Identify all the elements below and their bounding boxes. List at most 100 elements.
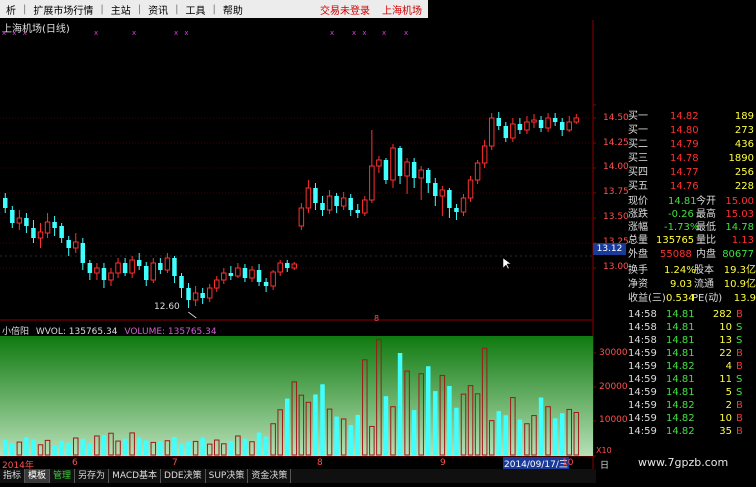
tab-template[interactable]: 模板 [25, 469, 51, 483]
candle [52, 216, 57, 236]
volume-value: VOLUME: 135765.34 [124, 327, 217, 337]
event-marker[interactable]: x x [174, 29, 191, 37]
candle [108, 268, 114, 286]
menu-item-main-station[interactable]: 主站 [105, 2, 137, 17]
candle-body [390, 147, 396, 181]
candle-body [383, 160, 389, 180]
volume-bar [355, 414, 360, 455]
menu-item-analysis[interactable]: 析 [0, 2, 22, 17]
indicator-name[interactable]: 小倍阳 [2, 327, 29, 337]
menu-item-news[interactable]: 资讯 [142, 2, 174, 17]
order-label: 买二 [628, 139, 648, 150]
tab-save-as[interactable]: 另存为 [75, 469, 110, 483]
candle-body [16, 217, 23, 224]
candle-body [298, 207, 305, 227]
event-marker[interactable]: x [94, 29, 100, 37]
tab-indicator[interactable]: 指标 [0, 469, 26, 483]
volume-bar [538, 397, 544, 455]
date-tick: 9 [440, 458, 446, 468]
order-book-row: 买二 14.79 436 [628, 138, 756, 151]
candle [158, 258, 163, 274]
candle [481, 140, 488, 168]
event-marker[interactable]: x [330, 29, 336, 37]
event-marker[interactable]: x x [352, 29, 369, 37]
order-label: 买五 [628, 181, 648, 192]
quote-row: 涨跌 -0.26 最高 15.03 [628, 209, 754, 220]
event-marker[interactable]: x x x [2, 29, 29, 37]
date-tick: 6 [72, 458, 78, 468]
tick-row: 14:59 14.82 10 B [628, 413, 743, 424]
stats-row: 换手 1.24% 股本 19.3亿 [628, 265, 756, 276]
candle [214, 276, 220, 292]
candle-body [320, 203, 325, 210]
candle [179, 273, 184, 298]
candle [256, 264, 262, 286]
candle-body [52, 222, 57, 228]
candle [115, 258, 121, 278]
candle [433, 178, 438, 206]
candle-body [454, 208, 459, 212]
wvol-value: WVOL: 135765.34 [35, 327, 118, 337]
volume-bar [256, 432, 262, 455]
candle-body [460, 197, 467, 213]
kline-chart[interactable] [0, 0, 596, 470]
menu-item-tools[interactable]: 工具 [180, 2, 212, 17]
candle [235, 263, 241, 278]
candle-body [256, 270, 262, 282]
tab-dde[interactable]: DDE决策 [161, 469, 206, 483]
candle [186, 283, 191, 308]
candle-body [186, 288, 191, 300]
candle [334, 193, 339, 213]
tab-sup[interactable]: SUP决策 [206, 469, 249, 483]
candle-body [242, 268, 248, 278]
order-volume: 228 [734, 181, 754, 192]
trade-status[interactable]: 交易未登录 [314, 2, 376, 17]
tab-fund[interactable]: 资金决策 [248, 469, 292, 483]
candle-body [285, 263, 290, 268]
tab-macd[interactable]: MACD基本 [109, 469, 162, 483]
order-label: 买一 [628, 125, 648, 136]
candle-body [517, 124, 523, 130]
candle [538, 116, 544, 132]
candle-body [80, 243, 86, 263]
order-price: 14.82 [670, 111, 699, 122]
menu-item-help[interactable]: 帮助 [217, 2, 249, 17]
tick-row: 14:59 14.82 35 B [628, 426, 743, 437]
candle-body [552, 118, 558, 122]
price-tick: 13.75 [603, 187, 629, 197]
candle-body [426, 170, 431, 183]
event-marker[interactable]: x [404, 29, 410, 37]
volume-bar [59, 440, 64, 455]
menu-item-extended-market[interactable]: 扩展市场行情 [27, 2, 99, 17]
menu-bar: 析 | 扩展市场行情 | 主站 | 资讯 | 工具 | 帮助 交易未登录 上海机… [0, 0, 428, 18]
candle-body [467, 179, 474, 199]
candle-body [447, 190, 452, 208]
cursor-price-label: 13.12 [593, 243, 626, 255]
candle [44, 213, 51, 238]
candle-body [122, 263, 128, 273]
candle [411, 158, 417, 188]
event-marker[interactable]: x [382, 29, 388, 37]
candle-body [115, 262, 121, 274]
candle-body [439, 189, 446, 197]
candle-body [31, 228, 36, 238]
event-marker[interactable]: x [132, 29, 138, 37]
candle-body [3, 198, 8, 208]
candle-body [545, 117, 551, 129]
candle [510, 118, 516, 142]
candle [348, 194, 353, 216]
candle-body [24, 218, 29, 226]
volume-bar [383, 396, 389, 455]
tab-manage[interactable]: 管理 [50, 469, 76, 483]
candle [320, 196, 325, 216]
candle [418, 166, 424, 200]
order-label: 买一 [628, 111, 648, 122]
candle-body [531, 119, 537, 123]
order-book-row: 买三 14.78 1890 [628, 152, 756, 165]
candle [496, 112, 501, 130]
candle [87, 260, 93, 280]
candle-body [192, 292, 199, 301]
candle [524, 116, 530, 134]
candle-body [510, 123, 516, 139]
candle [305, 180, 312, 213]
